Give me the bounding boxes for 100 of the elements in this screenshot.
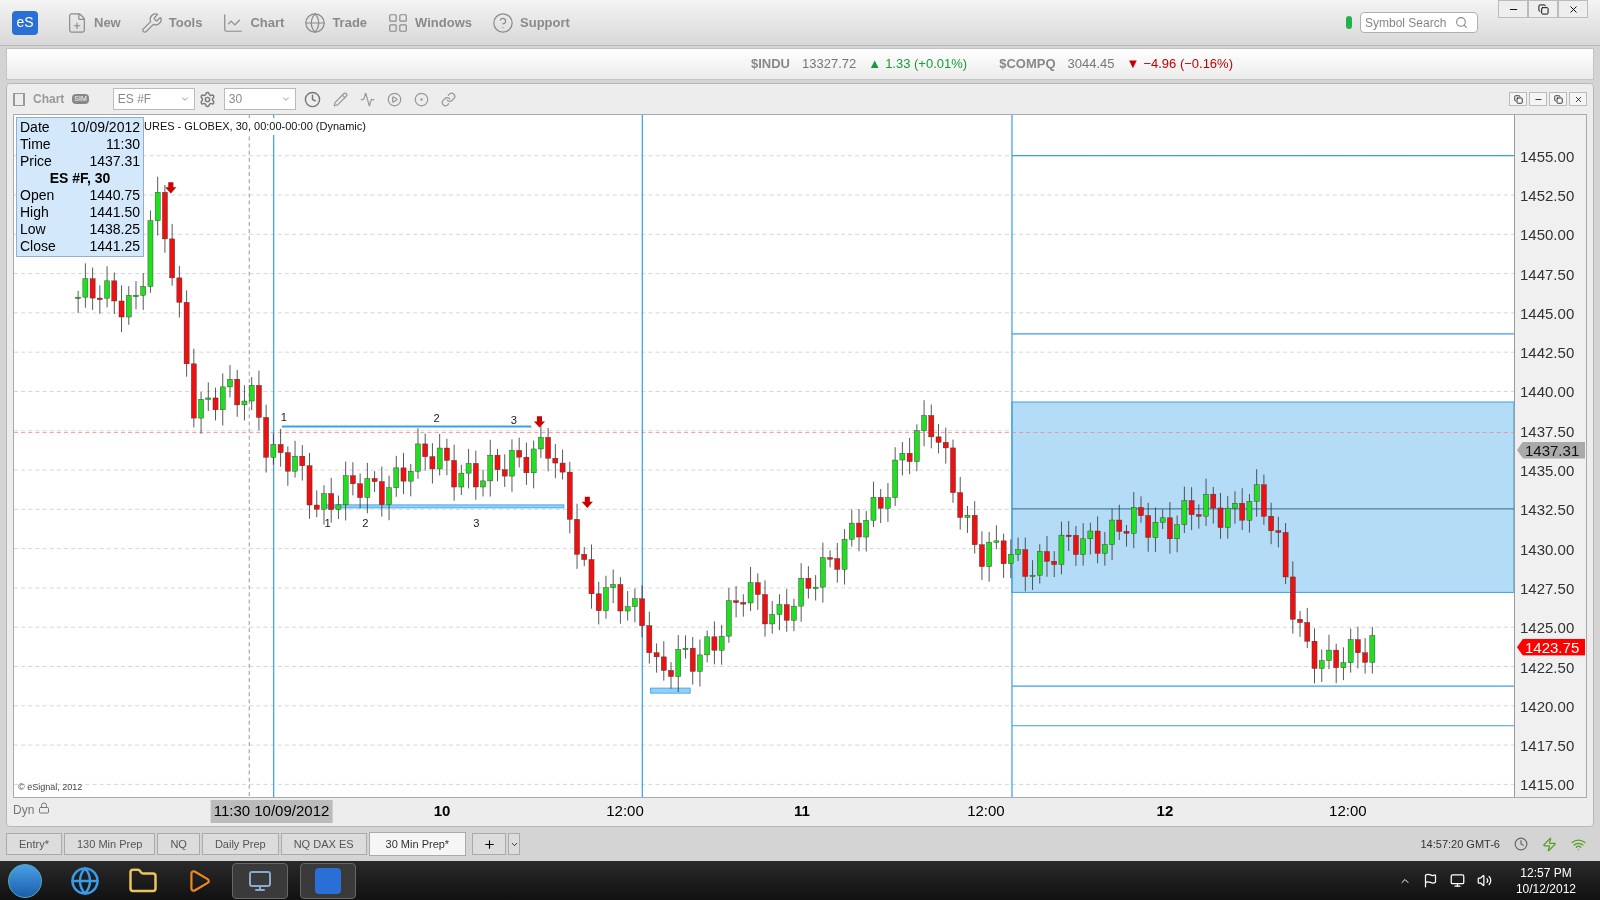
cursor-time-label: 11:30 10/09/2012 — [210, 800, 333, 823]
lightning-icon[interactable] — [1542, 836, 1557, 852]
status-time: 14:57:20 GMT-6 — [1420, 836, 1500, 852]
symbol-search-field[interactable]: Symbol Search — [1360, 12, 1478, 33]
data-value: 1441.25 — [89, 238, 140, 255]
close-button[interactable] — [1558, 0, 1588, 18]
data-value: 11:30 — [106, 136, 140, 153]
start-button[interactable] — [8, 863, 42, 898]
sheet-tab[interactable]: NQ — [157, 833, 200, 855]
lock-icon[interactable] — [38, 802, 51, 814]
chart-title: Chart — [33, 91, 65, 108]
toolbar-button[interactable]: Support — [484, 7, 578, 38]
taskbar-clock[interactable]: 12:57 PM 10/12/2012 — [1515, 864, 1576, 897]
toolbar-button[interactable]: Tools — [132, 7, 211, 38]
sheet-tab[interactable]: Entry* — [6, 833, 62, 855]
price-tick: 1425.00 — [1520, 619, 1575, 635]
clock-time: 12:57 PM — [1520, 864, 1572, 881]
down-arrow-icon — [165, 182, 177, 194]
window-control-button[interactable] — [1509, 92, 1527, 106]
search-icon — [1455, 16, 1468, 29]
ticker-change: 1.33 (+0.01%) — [885, 55, 968, 74]
pencil-icon[interactable] — [332, 91, 348, 107]
toolbar-button[interactable]: Chart — [214, 7, 293, 38]
toolbar-button[interactable]: Trade — [296, 7, 376, 38]
sheet-tab[interactable]: Daily Prep — [201, 833, 279, 855]
ticker-price: 3044.45 — [1067, 55, 1115, 74]
browser-icon[interactable] — [70, 865, 100, 896]
taskbar-app-button[interactable] — [300, 862, 356, 899]
panel-icon — [13, 92, 25, 106]
symbol-dropdown[interactable]: ES #F — [112, 88, 195, 110]
app-logo-icon — [315, 867, 341, 894]
sheet-tab[interactable]: 130 Min Prep — [63, 833, 156, 855]
close-icon — [1567, 3, 1579, 15]
annotation-label: 1 — [324, 517, 331, 530]
time-label: 11 — [794, 801, 810, 821]
annotation-label: 2 — [362, 517, 369, 530]
restore-icon — [1553, 94, 1563, 104]
data-label: Date — [20, 119, 50, 136]
ticker-change: −4.96 (−0.16%) — [1143, 55, 1233, 74]
settings-icon[interactable] — [198, 90, 216, 108]
price-tick: 1435.00 — [1520, 462, 1575, 478]
monitor-icon — [248, 868, 272, 893]
price-tick: 1440.00 — [1520, 383, 1575, 399]
price-tick: 1420.00 — [1520, 698, 1575, 714]
time-label: 12:00 — [1329, 801, 1367, 821]
signal-icon[interactable] — [1571, 836, 1586, 852]
window-control-button[interactable] — [1549, 92, 1567, 106]
link-icon[interactable] — [440, 91, 456, 107]
study-icon[interactable] — [359, 91, 375, 107]
toolbar-icon — [387, 11, 410, 34]
price-tick: 1452.50 — [1520, 187, 1575, 203]
interval-dropdown[interactable]: 30 — [223, 88, 296, 110]
down-arrow-icon — [581, 496, 593, 508]
annotation-label: 2 — [433, 412, 440, 425]
restore-button[interactable] — [1528, 0, 1558, 18]
clock-icon[interactable] — [1514, 837, 1528, 851]
taskbar-app-button[interactable] — [232, 862, 288, 899]
toolbar-icon — [222, 11, 245, 34]
close-icon — [1573, 94, 1583, 104]
add-tab-button[interactable] — [472, 833, 507, 855]
ticker-symbol: $COMPQ — [999, 55, 1056, 74]
price-tick: 1437.50 — [1520, 423, 1575, 439]
price-tick: 1450.00 — [1520, 226, 1575, 242]
data-label: Price — [20, 153, 52, 170]
change-arrow: ▼ — [1126, 55, 1140, 74]
annotation-label: 3 — [510, 414, 518, 427]
toolbar-button[interactable]: Windows — [379, 7, 480, 38]
clock-icon[interactable] — [303, 90, 321, 108]
price-tick: 1427.50 — [1520, 580, 1575, 596]
volume-icon[interactable] — [1476, 873, 1492, 888]
price-tick: 1415.00 — [1520, 776, 1575, 792]
flag-icon[interactable] — [1422, 873, 1438, 888]
sheet-tab[interactable]: NQ DAX ES — [280, 833, 367, 855]
network-icon[interactable] — [1449, 873, 1465, 888]
status-indicator-icon — [1346, 16, 1352, 29]
data-value: 10/09/2012 — [69, 119, 140, 136]
play-icon[interactable] — [386, 91, 402, 107]
data-header: ES #F, 30 — [49, 170, 111, 187]
price-flag: 1423.75 — [1517, 638, 1585, 656]
data-label: Time — [20, 136, 51, 153]
data-value: 1441.50 — [89, 204, 140, 221]
toolbar-icon — [66, 11, 88, 34]
clock-date: 10/12/2012 — [1515, 880, 1576, 897]
data-value: 1440.75 — [89, 187, 140, 204]
window-control-button[interactable] — [1569, 92, 1587, 106]
price-tick: 1417.50 — [1520, 737, 1575, 753]
price-flag: 1437.31 — [1517, 441, 1585, 459]
dyn-label: Dyn — [13, 802, 35, 819]
circle-icon[interactable] — [413, 91, 429, 107]
sheet-tab[interactable]: 30 Min Prep* — [368, 832, 467, 856]
data-label: Open — [20, 187, 55, 204]
data-value: 1437.31 — [89, 153, 140, 170]
app-logo[interactable]: eS — [12, 10, 38, 35]
toolbar-button[interactable]: New — [58, 7, 129, 38]
down-arrow-icon — [533, 416, 546, 428]
ticker-symbol: $INDU — [751, 55, 790, 74]
data-label: Low — [20, 221, 46, 238]
annotation-label: 3 — [473, 517, 480, 530]
ticker-price: 13327.72 — [802, 55, 857, 74]
change-arrow: ▲ — [868, 55, 882, 74]
